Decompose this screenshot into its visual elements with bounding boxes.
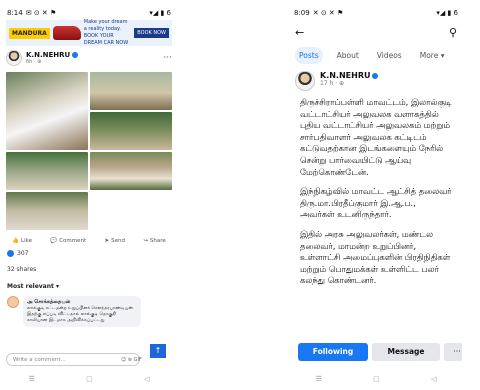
ad-banner[interactable]: MANDURA Make your dream a reality today.…: [6, 19, 172, 46]
car-image: [52, 26, 81, 40]
system-nav-bar: ☰ ▢ ◁: [290, 372, 462, 386]
notification-icons: ✉ ⊙ ✕ ⚑: [25, 9, 57, 17]
left-screenshot: 8:14 ✉ ⊙ ✕ ⚑ ▾◢ ▮ 6 MANDURA Make your dre…: [3, 6, 175, 386]
tab-about[interactable]: About: [333, 47, 363, 64]
author-name[interactable]: K.N.NEHRU: [26, 51, 70, 59]
share-button[interactable]: ↪ Share: [143, 238, 165, 244]
author-name[interactable]: K.N.NEHRU: [320, 71, 370, 80]
send-button[interactable]: ➤ Send: [105, 238, 125, 244]
tab-posts[interactable]: Posts: [295, 47, 323, 64]
avatar[interactable]: [295, 71, 315, 91]
back-arrow-icon[interactable]: ←: [295, 26, 304, 39]
post-paragraph: இதில் அரசு அலுவலர்கள், மண்டல தலைவர், மாம…: [300, 228, 451, 286]
status-bar: 8:09 ✕ ⊙ ✕ ⚑ ▾◢ ▮ 6: [290, 6, 462, 20]
search-icon[interactable]: ⚲: [449, 26, 457, 39]
comment-input[interactable]: Write a comment...: [6, 353, 140, 366]
photo[interactable]: [90, 152, 172, 190]
like-button[interactable]: 👍 Like: [12, 238, 32, 244]
recent-apps-icon[interactable]: ☰: [29, 375, 35, 383]
system-nav-bar: ☰ ▢ ◁: [3, 372, 175, 386]
following-button[interactable]: Following: [298, 343, 368, 361]
photo[interactable]: [6, 72, 88, 150]
post-paragraph: இந்நிகழ்வில் மாவட்ட ஆட்சித் தலைவர் திரு.…: [300, 186, 452, 220]
notification-icons: ✕ ⊙ ✕ ⚑: [312, 9, 344, 17]
book-now-button[interactable]: BOOK NOW: [134, 28, 169, 38]
status-bar: 8:14 ✉ ⊙ ✕ ⚑ ▾◢ ▮ 6: [3, 6, 175, 20]
like-reaction-icon: [7, 250, 14, 257]
verified-icon: [372, 72, 379, 79]
ad-brand: MANDURA: [9, 27, 50, 39]
post-time: 6h · ⊕: [26, 59, 42, 65]
clock: 8:09: [294, 9, 310, 17]
post-header: K.N.NEHRU 17 h · ⊕: [290, 64, 462, 95]
comment-input-icons[interactable]: ☺ ⊚ GIF: [121, 357, 142, 363]
reaction-summary[interactable]: 307: [3, 247, 175, 260]
comment-text: லால்குடி சட்டமன்ற உறுப்பினர் சௌந்தரபாண்ட…: [27, 306, 133, 323]
scroll-up-button[interactable]: ↑: [150, 344, 166, 358]
profile-tabs: Posts About Videos More ▾: [290, 45, 462, 64]
photo-grid[interactable]: [6, 72, 172, 230]
home-icon[interactable]: ▢: [86, 375, 93, 383]
profile-actions: Following Message ···: [298, 343, 462, 361]
post-actions: 👍 Like 💬 Comment ➤ Send ↪ Share: [3, 232, 175, 247]
home-icon[interactable]: ▢: [373, 375, 380, 383]
commenter-avatar[interactable]: [7, 296, 19, 308]
post-time: 17 h · ⊕: [320, 80, 345, 87]
post-header: K.N.NEHRU 6h · ⊕ ···: [3, 46, 175, 70]
signal-battery-icon: ▾◢ ▮ 6: [436, 9, 458, 17]
back-icon[interactable]: ◁: [431, 375, 436, 383]
tab-videos[interactable]: Videos: [373, 47, 406, 64]
signal-battery-icon: ▾◢ ▮ 6: [149, 9, 171, 17]
share-count[interactable]: 32 shares: [3, 260, 175, 279]
verified-icon: [72, 52, 79, 58]
avatar[interactable]: [6, 50, 22, 66]
ad-text: Make your dream a reality today. BOOK YO…: [83, 19, 129, 46]
recent-apps-icon[interactable]: ☰: [316, 375, 322, 383]
photo[interactable]: [90, 72, 172, 110]
back-icon[interactable]: ◁: [144, 375, 149, 383]
clock: 8:14: [7, 9, 23, 17]
page-header: ← ⚲: [290, 20, 462, 45]
comment-bubble: அ சொக்கத்தையன் லால்குடி சட்டமன்ற உறுப்பி…: [23, 296, 141, 327]
photo[interactable]: [6, 192, 88, 230]
more-button[interactable]: ···: [444, 343, 462, 361]
tab-more[interactable]: More ▾: [416, 47, 449, 64]
comment-button[interactable]: 💬 Comment: [50, 238, 86, 244]
photo[interactable]: [6, 152, 88, 190]
commenter-name[interactable]: அ சொக்கத்தையன்: [27, 299, 70, 305]
comment-sort[interactable]: Most relevant ▾: [3, 279, 175, 294]
post-body: திருச்சிராப்பள்ளி மாவட்டம், இலால்குடி வட…: [290, 95, 462, 287]
right-screenshot: 8:09 ✕ ⊙ ✕ ⚑ ▾◢ ▮ 6 ← ⚲ Posts About Video…: [290, 6, 462, 386]
post-paragraph: திருச்சிராப்பள்ளி மாவட்டம், இலால்குடி வட…: [300, 97, 452, 177]
photo[interactable]: [90, 112, 172, 150]
comment-item: அ சொக்கத்தையன் லால்குடி சட்டமன்ற உறுப்பி…: [3, 294, 175, 329]
message-button[interactable]: Message: [372, 343, 440, 361]
reaction-count: 307: [17, 250, 29, 257]
more-options-icon[interactable]: ···: [163, 53, 172, 63]
